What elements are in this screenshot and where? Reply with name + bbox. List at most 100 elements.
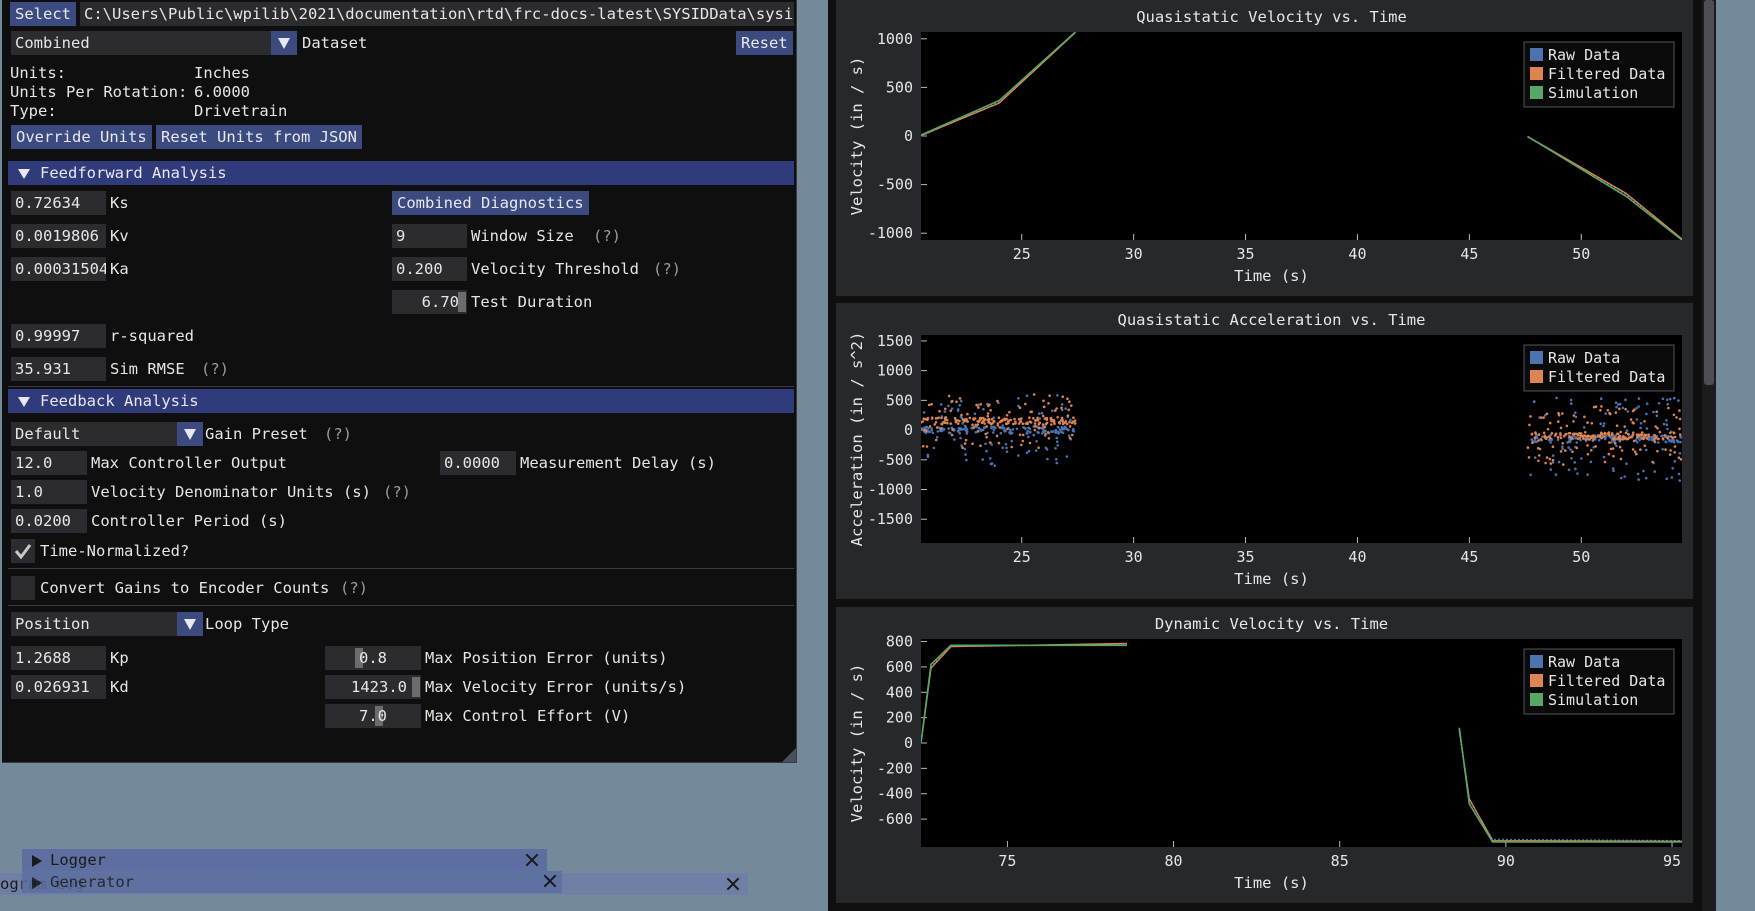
y-tick-label: -1000 xyxy=(868,224,913,242)
scatter-point xyxy=(1021,422,1025,425)
feedforward-header-label: Feedforward Analysis xyxy=(40,164,227,182)
slider-grab[interactable] xyxy=(458,292,466,312)
help-icon[interactable]: (?) xyxy=(201,357,229,381)
scatter-point xyxy=(1018,406,1022,409)
scatter-point xyxy=(1591,434,1595,437)
scatter-point xyxy=(1660,434,1664,438)
controller-period-field[interactable]: 0.0200 xyxy=(11,509,87,533)
scatter-point xyxy=(1559,426,1563,430)
time-normalized-label: Time-Normalized? xyxy=(40,542,190,560)
y-tick-label: -400 xyxy=(877,785,913,803)
scatter-point xyxy=(1072,429,1076,433)
scatter-point xyxy=(973,412,977,416)
y-tick-label: 500 xyxy=(886,78,913,96)
kp-field[interactable]: 1.2688 xyxy=(11,646,106,670)
max-controller-output-field[interactable]: 12.0 xyxy=(11,451,87,475)
scatter-point xyxy=(1559,436,1563,440)
test-duration-slider[interactable]: 6.70 xyxy=(392,290,467,314)
help-icon[interactable]: (?) xyxy=(653,257,681,281)
scatter-point xyxy=(1614,401,1618,404)
scatter-point xyxy=(1600,405,1603,408)
scatter-point xyxy=(1015,427,1019,431)
gain-preset-combo[interactable]: Default xyxy=(11,422,203,446)
scatter-point xyxy=(1545,412,1549,416)
scatter-point xyxy=(993,464,996,467)
scatter-point xyxy=(1639,422,1643,425)
scatter-point xyxy=(1615,444,1618,448)
velocity-denominator-field[interactable]: 1.0 xyxy=(11,480,87,504)
scatter-point xyxy=(1047,437,1051,440)
scatter-point xyxy=(1602,455,1606,459)
chevron-down-icon[interactable] xyxy=(177,422,203,446)
scatter-point xyxy=(1602,435,1606,438)
time-normalized-checkbox[interactable] xyxy=(11,539,35,563)
select-file-button[interactable]: Select xyxy=(10,2,76,26)
scatter-point xyxy=(1542,431,1546,435)
feedforward-header[interactable]: Feedforward Analysis xyxy=(8,161,794,185)
close-icon[interactable] xyxy=(543,874,557,888)
ks-field[interactable]: 0.72634 xyxy=(11,191,106,215)
scatter-point xyxy=(1678,427,1681,431)
ka-field[interactable]: 0.00031504 xyxy=(11,257,106,281)
combined-diagnostics-button[interactable]: Combined Diagnostics xyxy=(392,191,589,215)
reset-units-json-button[interactable]: Reset Units from JSON xyxy=(156,125,362,149)
legend-swatch xyxy=(1530,48,1543,61)
help-icon[interactable]: (?) xyxy=(593,224,621,248)
velocity-threshold-field[interactable]: 0.200 xyxy=(392,257,467,281)
x-tick-label: 75 xyxy=(998,852,1016,870)
scatter-point xyxy=(1668,453,1672,456)
scatter-point xyxy=(1677,456,1681,459)
convert-gains-checkbox[interactable] xyxy=(11,576,35,600)
y-tick-label: 800 xyxy=(886,633,913,651)
slider-grab[interactable] xyxy=(412,677,420,697)
scatter-point xyxy=(1621,406,1625,410)
scatter-point xyxy=(1543,436,1547,439)
help-icon[interactable]: (?) xyxy=(324,422,352,446)
help-icon[interactable]: (?) xyxy=(383,480,411,504)
scatter-point xyxy=(1609,412,1612,416)
reset-button[interactable]: Reset xyxy=(736,31,793,55)
chevron-down-icon[interactable] xyxy=(271,31,297,55)
scatter-point xyxy=(1546,427,1550,431)
plots-scrollbar[interactable] xyxy=(1702,0,1716,911)
x-tick-label: 35 xyxy=(1237,548,1255,566)
sim-rmse-field[interactable]: 35.931 xyxy=(11,357,106,381)
feedback-header[interactable]: Feedback Analysis xyxy=(8,389,794,413)
scatter-point xyxy=(954,420,958,424)
legend-label: Raw Data xyxy=(1548,46,1620,64)
kd-field[interactable]: 0.026931 xyxy=(11,675,106,699)
scatter-point xyxy=(959,436,962,440)
max-position-error-slider[interactable]: 0.8 xyxy=(325,646,421,670)
max-control-effort-slider[interactable]: 7.0 xyxy=(325,704,421,728)
close-icon[interactable] xyxy=(525,853,539,867)
generator-window[interactable]: Generator xyxy=(22,871,562,893)
scatter-point xyxy=(934,438,938,442)
scatter-point xyxy=(1639,448,1642,451)
scatter-point xyxy=(1056,444,1059,447)
scatter-point xyxy=(1580,432,1583,435)
override-units-button[interactable]: Override Units xyxy=(11,125,152,149)
feedback-header-label: Feedback Analysis xyxy=(40,392,199,410)
scatter-point xyxy=(1620,476,1623,480)
resize-grip[interactable] xyxy=(782,748,796,762)
logger-window[interactable]: Logger xyxy=(22,849,547,871)
scatter-point xyxy=(1672,431,1676,435)
window-size-field[interactable]: 9 xyxy=(392,224,467,248)
controller-period-label: Controller Period (s) xyxy=(91,512,287,530)
loop-type-combo[interactable]: Position xyxy=(11,612,203,636)
file-path-field[interactable]: C:\Users\Public\wpilib\2021\documentatio… xyxy=(80,2,794,26)
r-squared-field[interactable]: 0.99997 xyxy=(11,324,106,348)
divider xyxy=(8,386,794,387)
scatter-point xyxy=(997,416,1001,419)
x-tick-label: 45 xyxy=(1460,548,1478,566)
help-icon[interactable]: (?) xyxy=(340,576,368,600)
scatter-point xyxy=(1037,446,1040,449)
max-velocity-error-slider[interactable]: 1423.0 xyxy=(325,675,421,699)
kv-field[interactable]: 0.0019806 xyxy=(11,224,106,248)
close-icon[interactable] xyxy=(726,877,740,891)
dataset-combo[interactable]: Combined xyxy=(11,31,297,55)
chevron-down-icon[interactable] xyxy=(177,612,203,636)
scroll-thumb[interactable] xyxy=(1704,0,1714,385)
scatter-point xyxy=(1636,472,1640,476)
measurement-delay-field[interactable]: 0.0000 xyxy=(440,451,516,475)
